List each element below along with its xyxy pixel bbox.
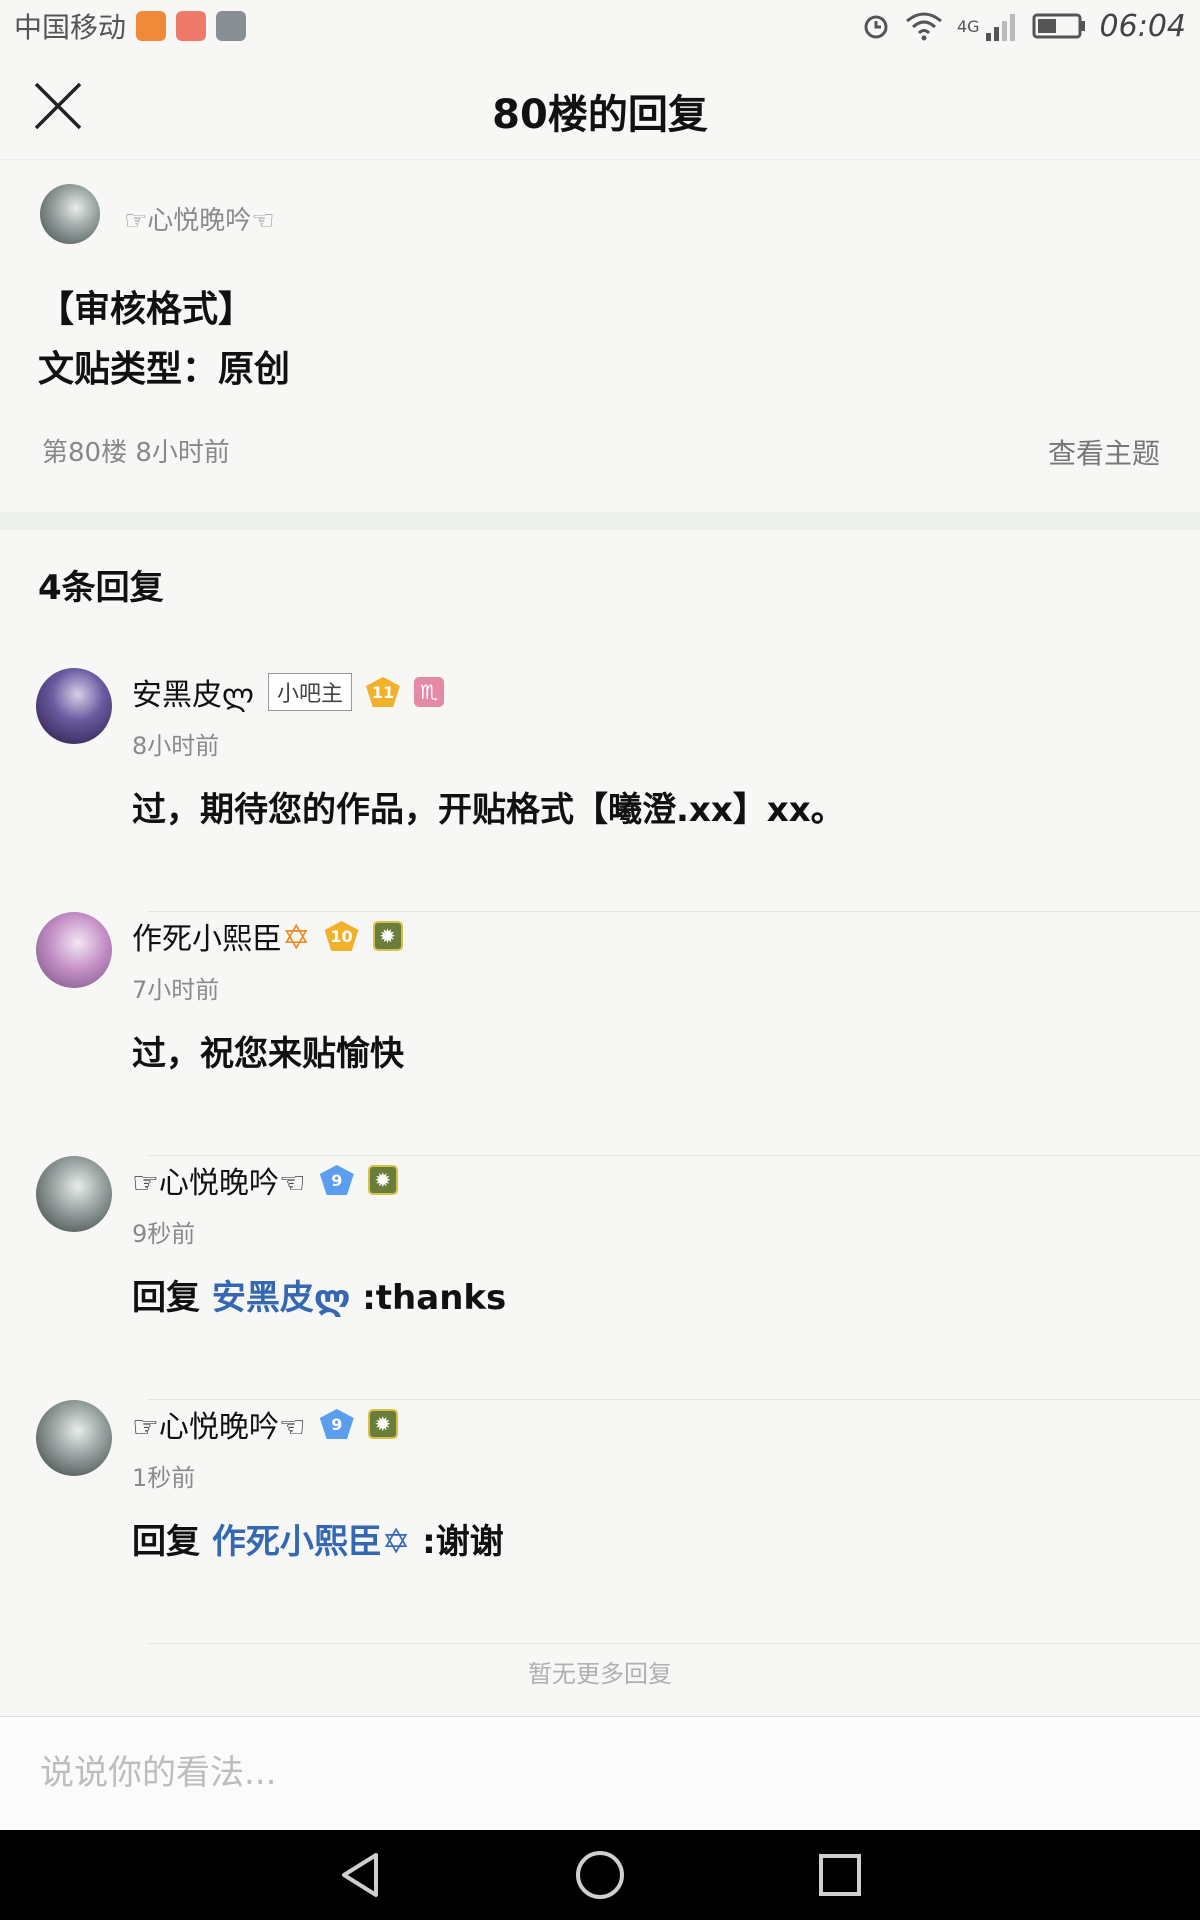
- level-badge: 9: [319, 1409, 354, 1439]
- reply-content: 回复 安黑皮ლ :thanks: [132, 1270, 506, 1319]
- network-type-label: 4G: [956, 16, 980, 36]
- wifi-icon: [906, 12, 942, 41]
- reply-content: 回复 作死小熙臣✡ :谢谢: [132, 1514, 504, 1563]
- recents-square-icon: [819, 1854, 861, 1896]
- battery-icon: [1032, 13, 1085, 39]
- signal-icon: [985, 14, 1015, 41]
- back-button[interactable]: [330, 1845, 390, 1905]
- post-floor-time: 第80楼 8小时前: [42, 438, 230, 468]
- no-more-replies: 暂无更多回复: [528, 1660, 672, 1688]
- reply-item: ☞心悦晚吟☜ 9 ✹ 9秒前 回复 安黑皮ლ :thanks: [0, 1156, 1200, 1400]
- comment-input[interactable]: [40, 1737, 1160, 1809]
- avatar[interactable]: [40, 184, 100, 244]
- reply-author[interactable]: 作死小熙臣✡: [132, 914, 311, 958]
- moderator-badge: 小吧主: [267, 673, 352, 711]
- clock-app-icon: [216, 11, 247, 41]
- reply-text: 过，期待您的作品，开贴格式【曦澄.xx】xx。: [132, 790, 845, 830]
- reply-prefix: 回复: [132, 1522, 212, 1562]
- clock-time: 06:04: [1099, 8, 1186, 44]
- reply-author[interactable]: 安黑皮ლ: [132, 670, 254, 714]
- reply-text: :谢谢: [410, 1522, 504, 1562]
- post-line: 文贴类型：原创: [38, 349, 291, 390]
- reply-time: 7小时前: [132, 976, 220, 1004]
- avatar[interactable]: [36, 1156, 112, 1232]
- reply-time: 1秒前: [132, 1464, 196, 1492]
- carrier-label: 中国移动: [14, 11, 127, 44]
- system-nav-bar: [0, 1830, 1200, 1920]
- post-body: 【审核格式】 文贴类型：原创: [38, 280, 290, 400]
- reply-time: 9秒前: [132, 1220, 196, 1248]
- divider: [148, 1643, 1200, 1644]
- reply-author[interactable]: ☞心悦晚吟☜: [132, 1158, 306, 1202]
- level-badge: 10: [324, 921, 359, 951]
- view-topic-link[interactable]: 查看主题: [1048, 432, 1160, 472]
- status-bar: 中国移动 4G 06:04: [0, 0, 1200, 52]
- comment-bar: [0, 1716, 1200, 1830]
- avatar[interactable]: [36, 912, 112, 988]
- reply-text: 过，祝您来贴愉快: [132, 1034, 404, 1074]
- reply-author[interactable]: ☞心悦晚吟☜: [132, 1402, 306, 1446]
- mention-link[interactable]: 安黑皮ლ: [212, 1278, 351, 1318]
- reply-item: ☞心悦晚吟☜ 9 ✹ 1秒前 回复 作死小熙臣✡ :谢谢: [0, 1400, 1200, 1644]
- member-badge-icon: ✹: [372, 921, 403, 951]
- notification-app-icon: [176, 11, 207, 41]
- member-badge-icon: ✹: [367, 1165, 398, 1195]
- replies-count: 4条回复: [38, 568, 164, 608]
- reply-item: 作死小熙臣✡ 10 ✹ 7小时前 过，祝您来贴愉快: [0, 912, 1200, 1156]
- avatar[interactable]: [36, 1400, 112, 1476]
- zodiac-badge-icon: ♏: [413, 677, 444, 707]
- back-triangle-icon: [342, 1853, 378, 1897]
- reply-content: 过，祝您来贴愉快: [132, 1026, 404, 1075]
- reply-content: 过，期待您的作品，开贴格式【曦澄.xx】xx。: [132, 782, 845, 831]
- main-post: ☞心悦晚吟☜ 【审核格式】 文贴类型：原创 第80楼 8小时前 查看主题: [0, 160, 1200, 512]
- notification-app-icon: [136, 11, 167, 41]
- member-badge-icon: ✹: [367, 1409, 398, 1439]
- section-divider: [0, 512, 1200, 530]
- alarm-icon: [864, 15, 888, 39]
- home-button[interactable]: [570, 1845, 630, 1905]
- level-badge: 9: [319, 1165, 354, 1195]
- reply-item: 安黑皮ლ 小吧主 11 ♏ 8小时前 过，期待您的作品，开贴格式【曦澄.xx】x…: [0, 668, 1200, 912]
- level-badge: 11: [365, 677, 400, 707]
- mention-link[interactable]: 作死小熙臣✡: [212, 1522, 411, 1562]
- hexagram-icon: ✡: [282, 918, 311, 958]
- page-header: 80楼的回复: [0, 52, 1200, 160]
- reply-time: 8小时前: [132, 732, 220, 760]
- page-title: 80楼的回复: [492, 92, 708, 138]
- reply-text: :thanks: [350, 1278, 507, 1318]
- reply-author-name: 作死小熙臣: [132, 922, 282, 957]
- post-line: 【审核格式】: [38, 289, 255, 330]
- reply-prefix: 回复: [132, 1278, 212, 1318]
- avatar[interactable]: [36, 668, 112, 744]
- recents-button[interactable]: [810, 1845, 870, 1905]
- home-circle-icon: [576, 1851, 624, 1899]
- post-author[interactable]: ☞心悦晚吟☜: [124, 200, 275, 237]
